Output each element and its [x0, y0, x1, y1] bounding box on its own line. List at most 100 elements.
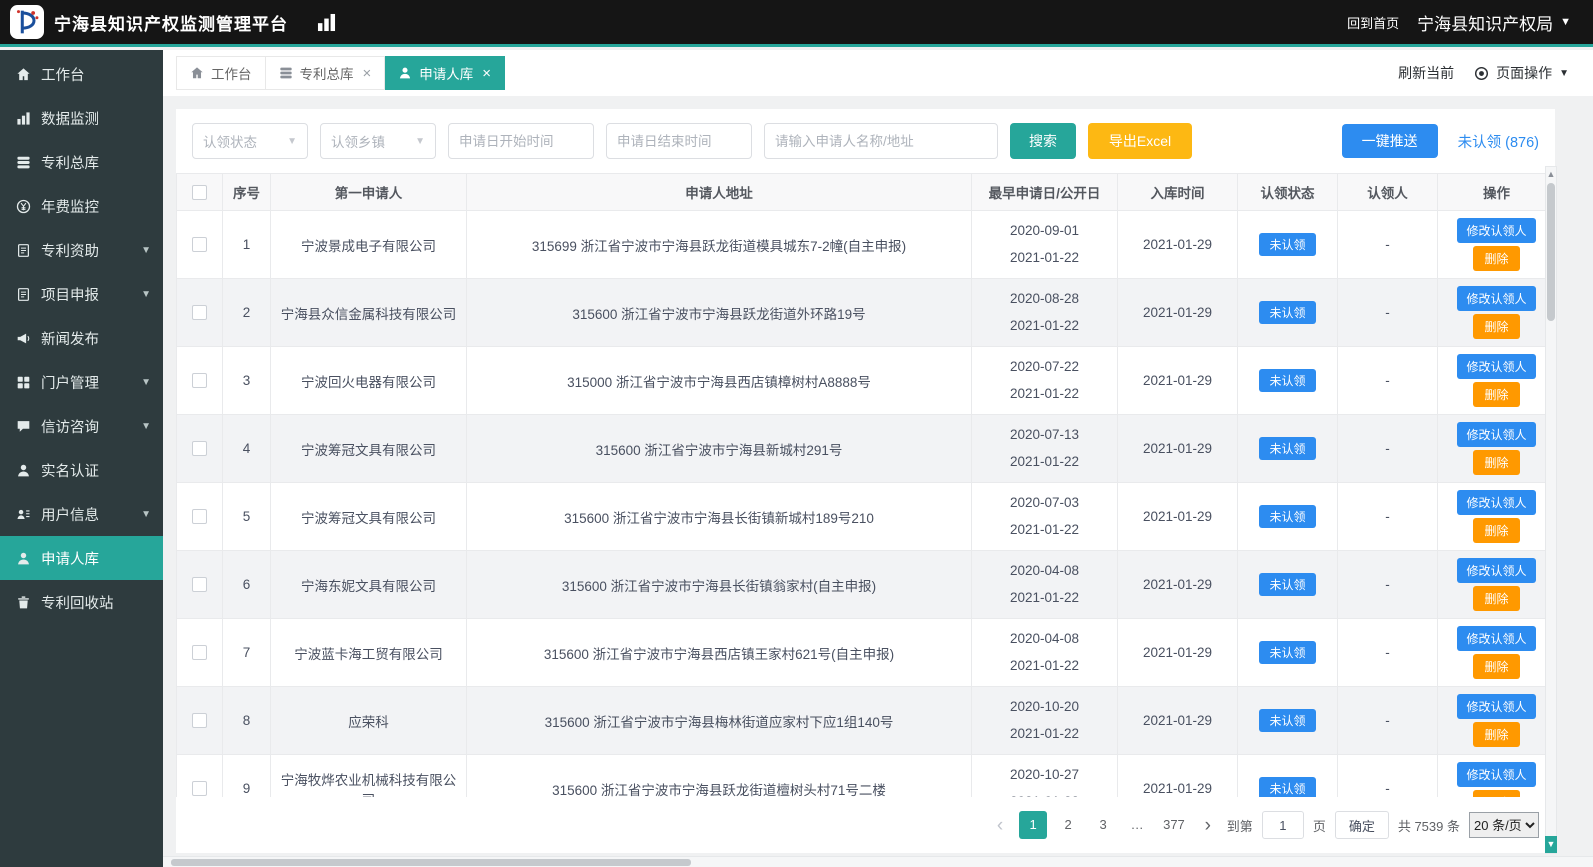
chevron-down-icon: ▼ — [1559, 67, 1569, 79]
delete-button[interactable]: 删除 — [1473, 314, 1520, 339]
stored-date: 2021-01-29 — [1117, 482, 1238, 551]
column-header: 认领状态 — [1237, 173, 1338, 211]
end-date-input[interactable] — [606, 123, 752, 159]
sidebar-item-label: 专利资助 — [41, 243, 99, 260]
stored-date: 2021-01-29 — [1117, 414, 1238, 483]
sidebar-item-annual-fee[interactable]: 年费监控 — [0, 184, 163, 228]
close-icon[interactable]: × — [482, 66, 491, 81]
stored-date: 2021-01-29 — [1117, 346, 1238, 415]
delete-button[interactable]: 删除 — [1473, 246, 1520, 271]
claim-town-select[interactable]: 认领乡镇 ▼ — [320, 123, 436, 159]
sidebar-item-petition[interactable]: 信访咨询 ▼ — [0, 404, 163, 448]
edit-claimer-button[interactable]: 修改认领人 — [1457, 626, 1536, 651]
scroll-up-icon[interactable]: ▲ — [1547, 167, 1556, 181]
refresh-current-button[interactable]: 刷新当前 — [1398, 63, 1454, 83]
edit-claimer-button[interactable]: 修改认领人 — [1457, 422, 1536, 447]
page-button-1[interactable]: 1 — [1019, 811, 1048, 839]
column-header: 最早申请日/公开日 — [971, 173, 1118, 211]
page-size-select[interactable]: 20 条/页 — [1469, 812, 1539, 838]
edit-claimer-button[interactable]: 修改认领人 — [1457, 218, 1536, 243]
sidebar-item-realname-auth[interactable]: 实名认证 — [0, 448, 163, 492]
claimer: - — [1337, 482, 1438, 551]
back-home-link[interactable]: 回到首页 — [1347, 13, 1399, 32]
export-excel-button[interactable]: 导出Excel — [1088, 123, 1192, 159]
row-checkbox[interactable] — [192, 713, 207, 729]
scrollbar-thumb[interactable] — [1547, 183, 1555, 321]
sidebar-item-patent-recycle[interactable]: 专利回收站 — [0, 580, 163, 624]
keyword-input[interactable] — [764, 123, 998, 159]
edit-claimer-button[interactable]: 修改认领人 — [1457, 694, 1536, 719]
vertical-scrollbar[interactable]: ▲ ▼ — [1545, 166, 1557, 854]
tab-0[interactable]: 工作台 — [176, 56, 266, 90]
application-dates: 2020-07-03 2021-01-22 — [971, 482, 1118, 551]
applicant-address: 315699 浙江省宁波市宁海县跃龙街道模具城东7-2幢(自主申报) — [466, 210, 972, 279]
sidebar-item-user-info[interactable]: 用户信息 ▼ — [0, 492, 163, 536]
page-ellipsis: … — [1130, 817, 1146, 832]
search-button[interactable]: 搜索 — [1010, 123, 1076, 159]
row-checkbox[interactable] — [192, 781, 207, 797]
sidebar-item-news-publish[interactable]: 新闻发布 — [0, 316, 163, 360]
tab-bar: 工作台 专利总库 × 申请人库 × 刷新当前 页面操作 ▼ — [163, 50, 1593, 96]
delete-button[interactable]: 删除 — [1473, 790, 1520, 797]
push-button[interactable]: 一键推送 — [1341, 124, 1438, 158]
applicant-name: 宁波筹冠文具有限公司 — [270, 482, 467, 551]
row-index: 2 — [222, 278, 271, 347]
scrollbar-thumb[interactable] — [171, 859, 691, 866]
app-logo-icon — [10, 5, 44, 39]
edit-claimer-button[interactable]: 修改认领人 — [1457, 558, 1536, 583]
row-checkbox[interactable] — [192, 509, 207, 525]
delete-button[interactable]: 删除 — [1473, 382, 1520, 407]
applicant-name: 宁波蓝卡海工贸有限公司 — [270, 618, 467, 687]
edit-claimer-button[interactable]: 修改认领人 — [1457, 286, 1536, 311]
edit-claimer-button[interactable]: 修改认领人 — [1457, 354, 1536, 379]
grid-icon — [16, 375, 31, 390]
status-badge: 未认领 — [1259, 709, 1316, 732]
row-checkbox[interactable] — [192, 305, 207, 321]
applicant-address: 315600 浙江省宁波市宁海县梅林街道应家村下应1组140号 — [466, 686, 972, 755]
unclaimed-count-link[interactable]: 未认领 (876) — [1458, 131, 1539, 152]
edit-claimer-button[interactable]: 修改认领人 — [1457, 490, 1536, 515]
sidebar-item-applicants[interactable]: 申请人库 — [0, 536, 163, 580]
sidebar-item-patent-library[interactable]: 专利总库 — [0, 140, 163, 184]
edit-claimer-button[interactable]: 修改认领人 — [1457, 762, 1536, 787]
delete-button[interactable]: 删除 — [1473, 722, 1520, 747]
page-button-377[interactable]: 377 — [1159, 811, 1189, 839]
tab-1[interactable]: 专利总库 × — [265, 56, 386, 90]
delete-button[interactable]: 删除 — [1473, 518, 1520, 543]
tab-2[interactable]: 申请人库 × — [385, 56, 506, 90]
row-checkbox[interactable] — [192, 577, 207, 593]
delete-button[interactable]: 删除 — [1473, 654, 1520, 679]
claimer: - — [1337, 346, 1438, 415]
delete-button[interactable]: 删除 — [1473, 450, 1520, 475]
claim-status-placeholder: 认领状态 — [203, 135, 257, 150]
top-header: 宁海县知识产权监测管理平台 回到首页 宁海县知识产权局 ▼ — [0, 0, 1593, 47]
claim-status-select[interactable]: 认领状态 ▼ — [192, 123, 308, 159]
page-button-2[interactable]: 2 — [1054, 811, 1082, 839]
close-icon[interactable]: × — [363, 66, 372, 81]
row-checkbox[interactable] — [192, 237, 207, 253]
row-checkbox[interactable] — [192, 441, 207, 457]
horizontal-scrollbar[interactable] — [163, 856, 1593, 867]
scroll-down-icon[interactable]: ▼ — [1545, 836, 1557, 853]
prev-page-icon[interactable]: ‹ — [990, 816, 1010, 835]
row-checkbox[interactable] — [192, 645, 207, 661]
page-button-3[interactable]: 3 — [1089, 811, 1117, 839]
sidebar-item-label: 工作台 — [41, 67, 85, 84]
page-operations-button[interactable]: 页面操作 ▼ — [1474, 63, 1569, 83]
goto-page-input[interactable] — [1261, 811, 1304, 839]
select-all-checkbox[interactable] — [192, 184, 207, 200]
org-menu[interactable]: 宁海县知识产权局 ▼ — [1417, 10, 1571, 35]
sidebar-item-project-declare[interactable]: 项目申报 ▼ — [0, 272, 163, 316]
start-date-input[interactable] — [448, 123, 594, 159]
sidebar-item-workbench[interactable]: 工作台 — [0, 52, 163, 96]
sidebar-item-data-monitor[interactable]: 数据监测 — [0, 96, 163, 140]
sidebar-item-portal-manage[interactable]: 门户管理 ▼ — [0, 360, 163, 404]
next-page-icon[interactable]: › — [1198, 816, 1218, 835]
confirm-button[interactable]: 确定 — [1334, 811, 1389, 839]
claimer: - — [1337, 686, 1438, 755]
chevron-down-icon: ▼ — [141, 508, 151, 520]
column-header: 序号 — [222, 173, 271, 211]
sidebar-item-patent-subsidy[interactable]: 专利资助 ▼ — [0, 228, 163, 272]
row-checkbox[interactable] — [192, 373, 207, 389]
delete-button[interactable]: 删除 — [1473, 586, 1520, 611]
